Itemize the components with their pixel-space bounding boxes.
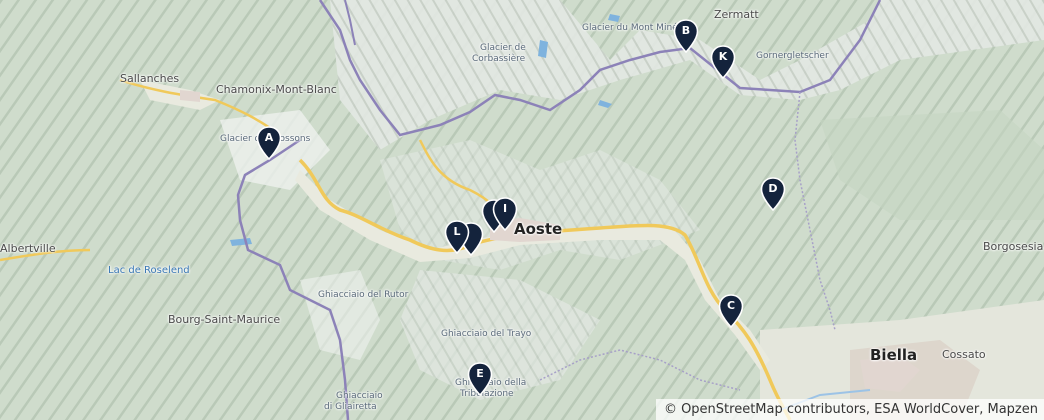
marker-label: B xyxy=(681,24,691,37)
marker-label: K xyxy=(718,50,728,63)
label-glacier-corbassiere-1: Glacier de xyxy=(480,43,526,53)
map-marker-i[interactable]: I xyxy=(492,197,518,231)
label-chamonix: Chamonix-Mont-Blanc xyxy=(216,83,337,96)
label-zermatt: Zermatt xyxy=(714,8,759,21)
label-sallanches: Sallanches xyxy=(120,72,180,85)
marker-label: L xyxy=(453,225,461,238)
label-cossato: Cossato xyxy=(942,348,986,361)
label-lac-roselend: Lac de Roselend xyxy=(108,265,190,276)
marker-label: E xyxy=(476,367,484,380)
marker-label: D xyxy=(768,182,778,195)
map-marker-k[interactable]: K xyxy=(710,45,736,79)
label-ghiacciaio-trayo: Ghiacciaio del Trayo xyxy=(441,329,532,339)
label-ghiacciaio-rutor: Ghiacciaio del Rutor xyxy=(318,290,409,300)
label-bourg-saint-maurice: Bourg-Saint-Maurice xyxy=(168,313,281,326)
label-aoste: Aoste xyxy=(514,220,563,238)
label-ghiacciaio-gliairetta-1: Ghiacciaio xyxy=(336,391,383,401)
marker-label: A xyxy=(264,131,274,144)
map-attribution[interactable]: © OpenStreetMap contributors, ESA WorldC… xyxy=(655,399,1044,420)
label-glacier-corbassiere-2: Corbassière xyxy=(472,54,526,64)
map-marker-a[interactable]: A xyxy=(256,126,282,160)
map-marker-d[interactable]: D xyxy=(760,177,786,211)
label-ghiacciaio-gliairetta-2: di Gliairetta xyxy=(324,402,377,412)
marker-label: I xyxy=(502,202,508,215)
label-biella: Biella xyxy=(870,346,918,364)
map-marker-l[interactable]: L xyxy=(444,220,470,254)
label-gornergletscher: Gornergletscher xyxy=(756,51,829,61)
map-marker-c[interactable]: C xyxy=(718,294,744,328)
marker-label: C xyxy=(726,299,736,312)
label-glacier-mont-mine: Glacier du Mont Miné xyxy=(582,23,678,33)
label-borgosesia: Borgosesia xyxy=(983,240,1044,253)
map-marker-e[interactable]: E xyxy=(467,362,493,396)
label-albertville: Albertville xyxy=(0,242,56,255)
map-marker-b[interactable]: B xyxy=(673,19,699,53)
map-canvas[interactable]: Zermatt Glacier du Mont Miné Gornerglets… xyxy=(0,0,1044,420)
